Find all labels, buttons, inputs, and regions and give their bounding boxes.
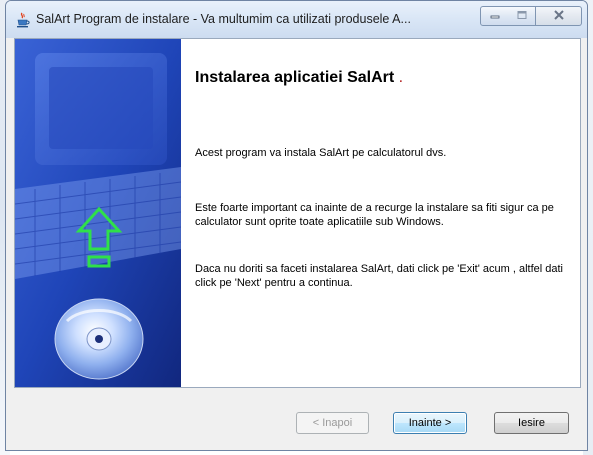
title-bar[interactable]: SalArt Program de instalare - Va multumi… [6, 1, 587, 38]
warning-paragraph: Este foarte important ca inainte de a re… [195, 202, 554, 228]
cd-disc-icon [54, 298, 144, 380]
wizard-body: Instalarea aplicatiei SalArt . Acest pro… [14, 38, 581, 388]
intro-paragraph: Acest program va instala SalArt pe calcu… [195, 147, 447, 159]
java-cup-icon [15, 12, 31, 28]
exit-button[interactable]: Iesire [494, 412, 569, 434]
close-icon [553, 7, 565, 25]
button-bar: < Inapoi Inainte > Iesire [14, 388, 581, 446]
side-banner-image [15, 39, 181, 387]
minimize-icon [490, 7, 500, 25]
page-title-text: Instalarea aplicatiei SalArt [195, 69, 395, 86]
minimize-button[interactable] [480, 6, 510, 26]
wizard-content: Instalarea aplicatiei SalArt . Acest pro… [181, 39, 580, 387]
window-title: SalArt Program de instalare - Va multumi… [36, 12, 411, 26]
maximize-button[interactable] [509, 6, 536, 26]
instructions-paragraph: Daca nu doriti sa faceti instalarea SalA… [195, 263, 563, 289]
page-title-dot: . [398, 69, 404, 86]
next-button[interactable]: Inainte > [393, 412, 467, 434]
maximize-icon [517, 7, 527, 25]
back-button[interactable]: < Inapoi [296, 412, 369, 434]
installer-window: SalArt Program de instalare - Va multumi… [5, 0, 588, 451]
page-title: Instalarea aplicatiei SalArt . [195, 69, 403, 87]
close-button[interactable] [536, 6, 582, 26]
